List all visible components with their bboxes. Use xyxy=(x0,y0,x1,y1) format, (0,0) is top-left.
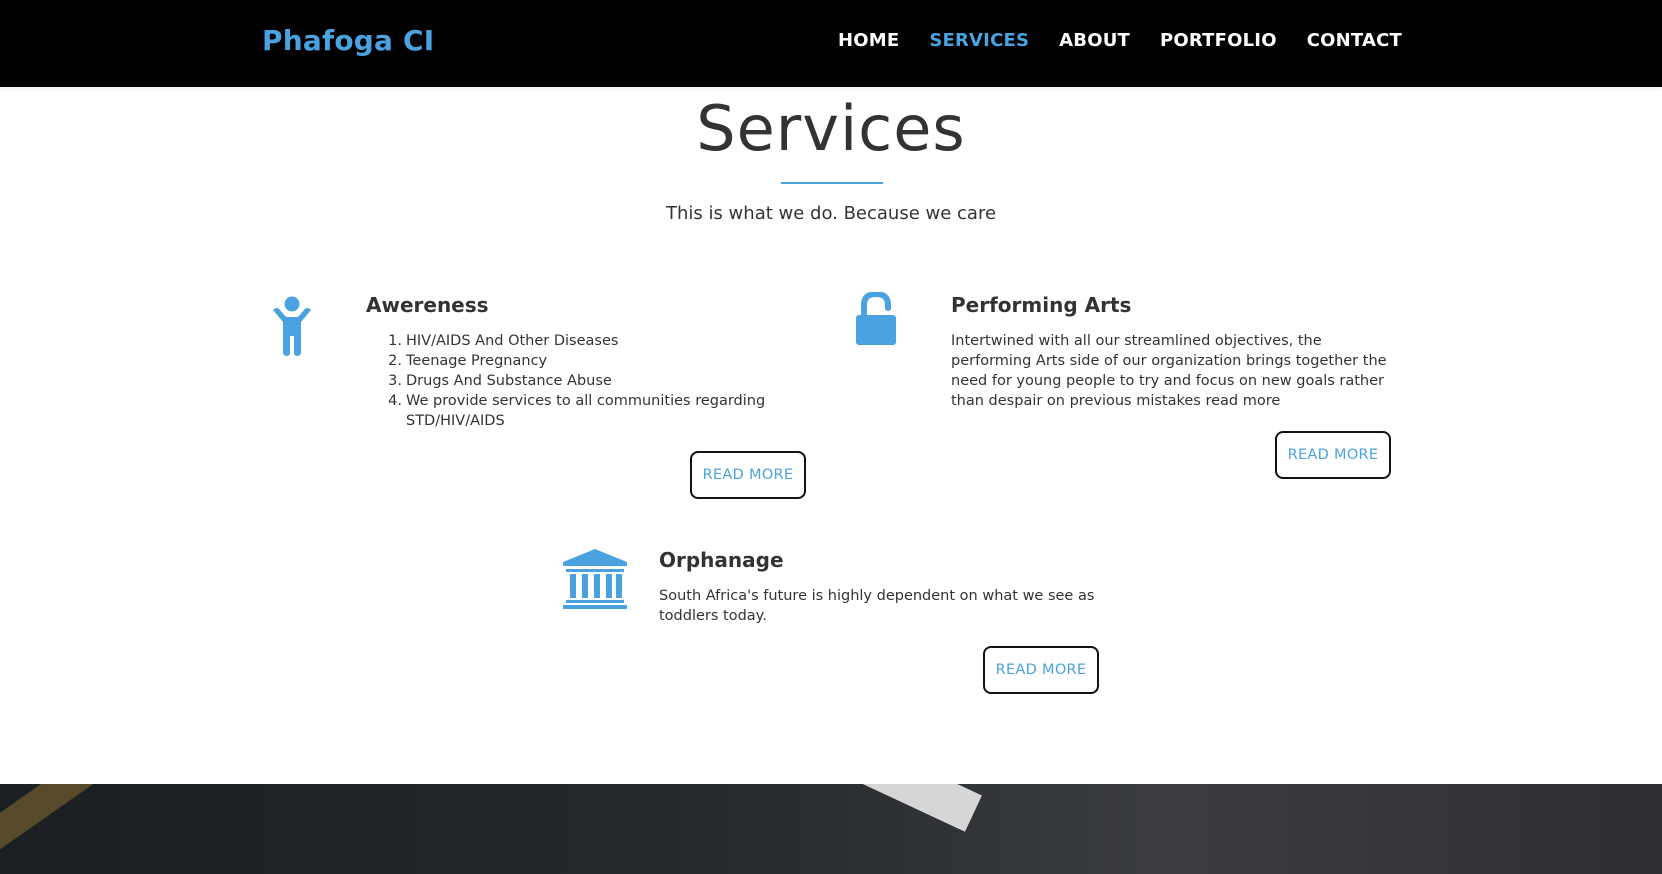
service-title: Orphanage xyxy=(659,548,784,572)
decorative-shape xyxy=(838,784,982,832)
read-more-button[interactable]: READ MORE xyxy=(983,646,1099,694)
read-more-button[interactable]: READ MORE xyxy=(690,451,806,499)
background-image-band xyxy=(0,784,1662,874)
nav-link-portfolio[interactable]: PORTFOLIO xyxy=(1160,30,1277,51)
nav-item-contact: CONTACT xyxy=(1307,30,1402,51)
list-item: 4. We provide services to all communities… xyxy=(388,393,766,429)
section-title: Services xyxy=(696,92,966,165)
list-item: 1. HIV/AIDS And Other Diseases xyxy=(388,333,619,349)
page: Phafoga CI HOME SERVICES ABOUT PORTFOLIO… xyxy=(0,0,1662,874)
brand-logo-link[interactable]: Phafoga CI xyxy=(262,24,434,57)
nav-link-home[interactable]: HOME xyxy=(838,30,899,51)
nav-item-portfolio: PORTFOLIO xyxy=(1160,30,1277,51)
service-title: Performing Arts xyxy=(951,293,1132,317)
nav-link-contact[interactable]: CONTACT xyxy=(1307,30,1402,51)
service-description: South Africa's future is highly dependen… xyxy=(659,588,1095,624)
nav-item-about: ABOUT xyxy=(1059,30,1130,51)
main-nav: HOME SERVICES ABOUT PORTFOLIO CONTACT xyxy=(838,30,1402,51)
list-item: 3. Drugs And Substance Abuse xyxy=(388,373,612,389)
nav-link-services[interactable]: SERVICES xyxy=(929,30,1029,51)
title-divider xyxy=(781,182,883,184)
child-icon xyxy=(271,296,313,360)
nav-item-services: SERVICES xyxy=(929,30,1029,51)
service-title: Awereness xyxy=(366,293,489,317)
list-item: 2. Teenage Pregnancy xyxy=(388,353,548,369)
unlock-icon xyxy=(855,290,897,350)
decorative-stripe xyxy=(0,784,151,859)
institution-icon xyxy=(562,548,628,614)
nav-item-home: HOME xyxy=(838,30,899,51)
section-subtitle: This is what we do. Because we care xyxy=(665,203,997,224)
top-navbar: Phafoga CI HOME SERVICES ABOUT PORTFOLIO… xyxy=(0,0,1662,87)
read-more-button[interactable]: READ MORE xyxy=(1275,431,1391,479)
service-description: Intertwined with all our streamlined obj… xyxy=(951,333,1387,409)
service-list: 1. HIV/AIDS And Other Diseases 2. Teenage … xyxy=(366,331,766,431)
nav-link-about[interactable]: ABOUT xyxy=(1059,30,1130,51)
